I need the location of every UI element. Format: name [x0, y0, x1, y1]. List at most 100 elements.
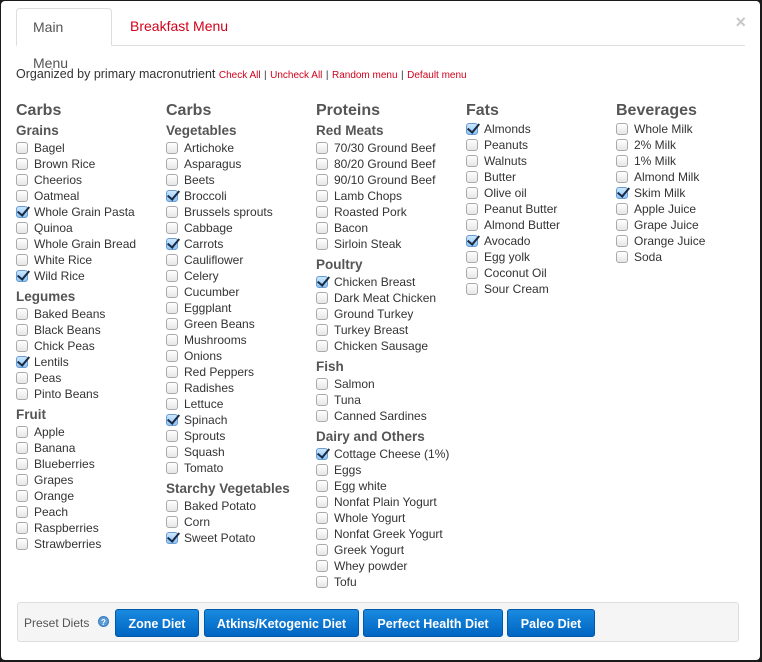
food-item[interactable]: Olive oil	[466, 185, 616, 201]
food-item[interactable]: Ground Turkey	[316, 306, 466, 322]
checkbox[interactable]	[316, 308, 328, 320]
checkbox[interactable]	[316, 544, 328, 556]
close-icon[interactable]: ×	[735, 13, 746, 31]
uncheck-all-link[interactable]: Uncheck All	[270, 70, 322, 81]
atkins-ketogenic-diet-button[interactable]: Atkins/Ketogenic Diet	[204, 609, 359, 637]
food-item[interactable]: Raspberries	[16, 520, 166, 536]
checkbox[interactable]	[16, 388, 28, 400]
checkbox[interactable]	[16, 158, 28, 170]
checkbox[interactable]	[316, 394, 328, 406]
food-item[interactable]: Apple Juice	[616, 201, 762, 217]
checkbox[interactable]	[616, 219, 628, 231]
food-item[interactable]: Coconut Oil	[466, 265, 616, 281]
food-item[interactable]: Chicken Breast	[316, 274, 466, 290]
checkbox[interactable]	[166, 142, 178, 154]
food-item[interactable]: Nonfat Greek Yogurt	[316, 526, 466, 542]
food-item[interactable]: Baked Potato	[166, 498, 316, 514]
checkbox[interactable]	[166, 222, 178, 234]
checkbox[interactable]	[466, 171, 478, 183]
checkbox[interactable]	[616, 171, 628, 183]
checkbox[interactable]	[616, 123, 628, 135]
checkbox[interactable]	[616, 235, 628, 247]
zone-diet-button[interactable]: Zone Diet	[115, 609, 199, 637]
checkbox[interactable]	[166, 334, 178, 346]
food-item[interactable]: Cabbage	[166, 220, 316, 236]
random-menu-link[interactable]: Random menu	[332, 70, 398, 81]
checkbox[interactable]	[166, 206, 178, 218]
checkbox-checked[interactable]	[16, 270, 28, 282]
food-item[interactable]: Orange	[16, 488, 166, 504]
food-item[interactable]: White Rice	[16, 252, 166, 268]
food-item[interactable]: Skim Milk	[616, 185, 762, 201]
checkbox[interactable]	[16, 458, 28, 470]
checkbox[interactable]	[316, 480, 328, 492]
checkbox[interactable]	[16, 474, 28, 486]
food-item[interactable]: Celery	[166, 268, 316, 284]
food-item[interactable]: 1% Milk	[616, 153, 762, 169]
food-item[interactable]: Egg white	[316, 478, 466, 494]
food-item[interactable]: Oatmeal	[16, 188, 166, 204]
checkbox[interactable]	[16, 254, 28, 266]
food-item[interactable]: Tuna	[316, 392, 466, 408]
checkbox[interactable]	[166, 382, 178, 394]
food-item[interactable]: Peanut Butter	[466, 201, 616, 217]
checkbox[interactable]	[316, 378, 328, 390]
checkbox[interactable]	[16, 340, 28, 352]
checkbox[interactable]	[16, 372, 28, 384]
food-item[interactable]: Salmon	[316, 376, 466, 392]
checkbox[interactable]	[16, 522, 28, 534]
checkbox[interactable]	[316, 206, 328, 218]
food-item[interactable]: Cucumber	[166, 284, 316, 300]
checkbox[interactable]	[16, 506, 28, 518]
food-item[interactable]: Apple	[16, 424, 166, 440]
food-item[interactable]: Pinto Beans	[16, 386, 166, 402]
checkbox[interactable]	[166, 462, 178, 474]
food-item[interactable]: Green Beans	[166, 316, 316, 332]
food-item[interactable]: Egg yolk	[466, 249, 616, 265]
checkbox[interactable]	[616, 155, 628, 167]
checkbox-checked[interactable]	[466, 123, 478, 135]
checkbox[interactable]	[466, 203, 478, 215]
food-item[interactable]: Radishes	[166, 380, 316, 396]
food-item[interactable]: Butter	[466, 169, 616, 185]
checkbox[interactable]	[316, 174, 328, 186]
food-item[interactable]: Grapes	[16, 472, 166, 488]
check-all-link[interactable]: Check All	[219, 70, 261, 81]
food-item[interactable]: Sour Cream	[466, 281, 616, 297]
checkbox[interactable]	[316, 142, 328, 154]
food-item[interactable]: Banana	[16, 440, 166, 456]
checkbox[interactable]	[316, 222, 328, 234]
food-item[interactable]: Whole Grain Pasta	[16, 204, 166, 220]
food-item[interactable]: Squash	[166, 444, 316, 460]
food-item[interactable]: 90/10 Ground Beef	[316, 172, 466, 188]
checkbox[interactable]	[16, 238, 28, 250]
food-item[interactable]: Bagel	[16, 140, 166, 156]
tab-main-menu[interactable]: Main Menu	[16, 8, 112, 71]
food-item[interactable]: 70/30 Ground Beef	[316, 140, 466, 156]
food-item[interactable]: Orange Juice	[616, 233, 762, 249]
food-item[interactable]: Brown Rice	[16, 156, 166, 172]
food-item[interactable]: Roasted Pork	[316, 204, 466, 220]
checkbox-checked[interactable]	[166, 532, 178, 544]
checkbox[interactable]	[166, 350, 178, 362]
checkbox[interactable]	[16, 222, 28, 234]
food-item[interactable]: Whey powder	[316, 558, 466, 574]
checkbox[interactable]	[316, 340, 328, 352]
checkbox[interactable]	[166, 446, 178, 458]
checkbox[interactable]	[16, 538, 28, 550]
food-item[interactable]: Blueberries	[16, 456, 166, 472]
checkbox[interactable]	[466, 187, 478, 199]
checkbox[interactable]	[316, 292, 328, 304]
food-item[interactable]: Chick Peas	[16, 338, 166, 354]
food-item[interactable]: Chicken Sausage	[316, 338, 466, 354]
checkbox[interactable]	[16, 174, 28, 186]
checkbox[interactable]	[466, 283, 478, 295]
food-item[interactable]: Almond Milk	[616, 169, 762, 185]
checkbox[interactable]	[166, 500, 178, 512]
checkbox[interactable]	[466, 219, 478, 231]
food-item[interactable]: Avocado	[466, 233, 616, 249]
food-item[interactable]: Red Peppers	[166, 364, 316, 380]
food-item[interactable]: Cheerios	[16, 172, 166, 188]
food-item[interactable]: Strawberries	[16, 536, 166, 552]
food-item[interactable]: Mushrooms	[166, 332, 316, 348]
